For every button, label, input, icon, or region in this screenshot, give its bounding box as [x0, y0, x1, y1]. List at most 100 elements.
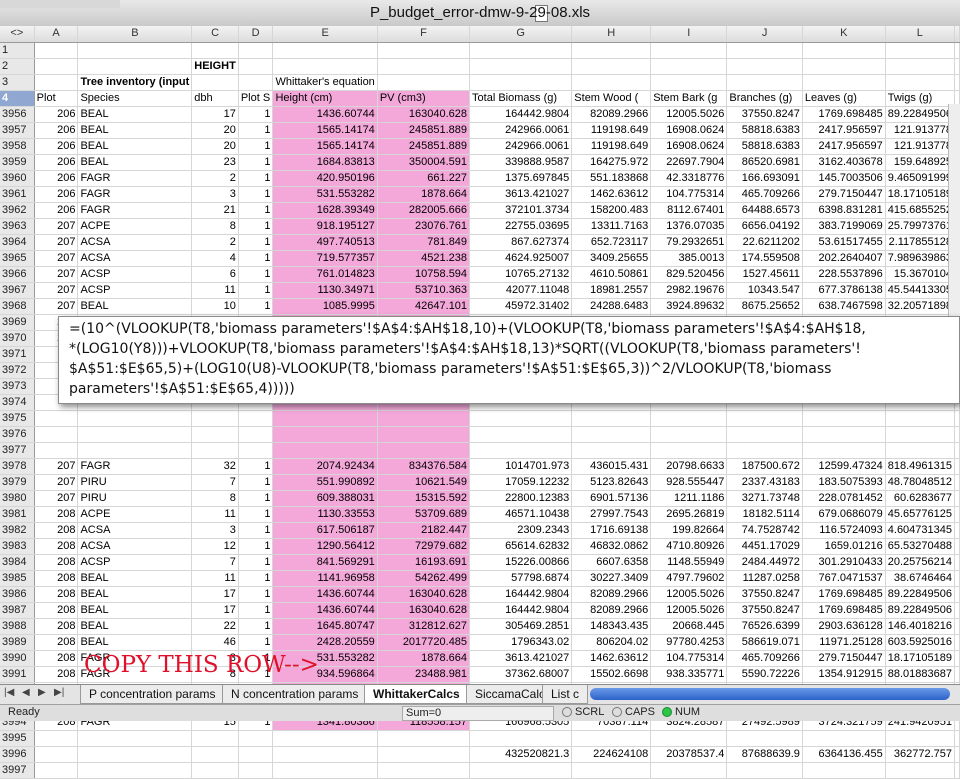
table-cell[interactable] — [77, 746, 193, 763]
select-all-corner[interactable]: <> — [0, 26, 35, 43]
row-header[interactable]: 3961 — [0, 186, 35, 203]
table-row[interactable]: 3961 206 FAGR 3 1 531.553282 1878.664 3613.4210… — [0, 186, 960, 203]
table-cell[interactable] — [954, 762, 960, 779]
table-cell[interactable]: 23076.761 — [377, 218, 471, 235]
table-cell[interactable]: 20798.6633 — [650, 458, 728, 475]
table-cell[interactable]: 1769.698485 — [802, 106, 886, 123]
table-cell[interactable]: 1769.698485 — [802, 586, 886, 603]
table-cell[interactable]: 1 — [238, 186, 274, 203]
table-cell[interactable]: 279.7150447 — [802, 186, 886, 203]
table-cell[interactable] — [726, 730, 803, 747]
table-cell[interactable]: 1 — [238, 570, 274, 587]
table-cell[interactable]: 1 — [238, 122, 274, 139]
table-cell[interactable]: PV (cm3) — [377, 90, 471, 107]
table-cell[interactable]: 207 — [34, 490, 79, 507]
column-header-b[interactable]: B — [77, 26, 193, 43]
table-cell[interactable]: 11 — [191, 506, 239, 523]
table-cell[interactable]: 1628.39349 — [272, 202, 378, 219]
table-cell[interactable] — [377, 730, 471, 747]
table-cell[interactable]: 206 — [34, 122, 79, 139]
table-cell[interactable] — [885, 442, 956, 459]
table-cell[interactable] — [954, 522, 960, 539]
table-cell[interactable] — [954, 538, 960, 555]
table-cell[interactable]: 2017720.485 — [377, 634, 471, 651]
table-cell[interactable]: 163040.628 — [377, 586, 471, 603]
table-cell[interactable] — [954, 58, 960, 75]
table-cell[interactable] — [802, 74, 886, 91]
table-row[interactable]: 3964 207 ACSA 2 1 497.740513 781.849 867.627374… — [0, 234, 960, 251]
table-cell[interactable]: 1565.14174 — [272, 138, 378, 155]
table-cell[interactable]: ACSP — [77, 266, 193, 283]
table-cell[interactable]: 121.913778 — [885, 138, 956, 155]
table-cell[interactable]: 65.53270488 — [885, 538, 956, 555]
table-cell[interactable] — [726, 42, 803, 59]
table-cell[interactable]: 3613.421027 — [469, 186, 573, 203]
table-cell[interactable] — [726, 74, 803, 91]
table-row[interactable]: 3960 206 FAGR 2 1 420.950196 661.227 1375.69784… — [0, 170, 960, 187]
table-cell[interactable]: BEAL — [77, 634, 193, 651]
row-header[interactable]: 3989 — [0, 634, 35, 651]
table-cell[interactable]: 37550.8247 — [726, 106, 803, 123]
table-cell[interactable] — [191, 730, 239, 747]
row-header[interactable]: 3970 — [0, 330, 35, 347]
table-cell[interactable] — [34, 730, 79, 747]
table-cell[interactable] — [650, 426, 728, 443]
table-cell[interactable]: 2337.43183 — [726, 474, 803, 491]
table-cell[interactable]: 82089.2966 — [571, 586, 652, 603]
table-cell[interactable]: 6 — [191, 266, 239, 283]
table-cell[interactable]: 158200.483 — [571, 202, 652, 219]
table-cell[interactable]: 164442.9804 — [469, 586, 573, 603]
table-cell[interactable]: 45.65776125 — [885, 506, 956, 523]
table-cell[interactable]: BEAL — [77, 586, 193, 603]
table-cell[interactable]: 305469.2851 — [469, 618, 573, 635]
table-cell[interactable]: 104.775314 — [650, 650, 728, 667]
table-cell[interactable]: 6901.57136 — [571, 490, 652, 507]
column-header-c[interactable]: C — [191, 26, 239, 43]
table-cell[interactable]: 1 — [238, 106, 274, 123]
table-cell[interactable]: 79.2932651 — [650, 234, 728, 251]
table-row[interactable]: 3959 206 BEAL 23 1 1684.83813 350004.591 339888… — [0, 154, 960, 171]
table-cell[interactable]: 97780.4253 — [650, 634, 728, 651]
row-header[interactable]: 3968 — [0, 298, 35, 315]
table-cell[interactable]: 37362.68007 — [469, 666, 573, 683]
table-cell[interactable]: 4710.80926 — [650, 538, 728, 555]
table-cell[interactable]: 17 — [191, 602, 239, 619]
table-cell[interactable]: 6398.831281 — [802, 202, 886, 219]
table-cell[interactable] — [272, 762, 378, 779]
table-cell[interactable]: 164275.972 — [571, 154, 652, 171]
table-cell[interactable]: Tree inventory (input — [77, 74, 193, 91]
table-cell[interactable]: 1436.60744 — [272, 106, 378, 123]
table-cell[interactable]: 6656.04192 — [726, 218, 803, 235]
table-cell[interactable]: 767.0471537 — [802, 570, 886, 587]
table-cell[interactable]: 32 — [191, 458, 239, 475]
table-cell[interactable] — [238, 746, 274, 763]
table-cell[interactable]: 208 — [34, 554, 79, 571]
column-header-a[interactable]: A — [34, 26, 79, 43]
table-cell[interactable] — [34, 426, 79, 443]
table-row[interactable]: 3965 207 ACSA 4 1 719.577357 4521.238 4624.9250… — [0, 250, 960, 267]
table-cell[interactable]: 174.559508 — [726, 250, 803, 267]
table-cell[interactable]: 208 — [34, 586, 79, 603]
table-cell[interactable]: 15226.00866 — [469, 554, 573, 571]
table-cell[interactable]: 5590.72226 — [726, 666, 803, 683]
table-cell[interactable]: 841.569291 — [272, 554, 378, 571]
tab-list[interactable]: List c — [542, 685, 589, 704]
table-cell[interactable]: 1 — [238, 522, 274, 539]
table-row[interactable]: 3982 208 ACSA 3 1 617.506187 2182.447 2309.2343… — [0, 522, 960, 539]
row-header[interactable]: 3997 — [0, 762, 35, 779]
table-cell[interactable]: Plot S — [238, 90, 274, 107]
table-cell[interactable]: 603.5925016 — [885, 634, 956, 651]
table-cell[interactable] — [650, 74, 728, 91]
table-cell[interactable]: 1 — [238, 218, 274, 235]
table-cell[interactable]: Branches (g) — [726, 90, 803, 107]
table-cell[interactable]: 1565.14174 — [272, 122, 378, 139]
table-cell[interactable]: ACPE — [77, 506, 193, 523]
table-cell[interactable] — [802, 410, 886, 427]
table-cell[interactable]: 207 — [34, 234, 79, 251]
table-row[interactable]: 3995 — [0, 730, 960, 747]
table-cell[interactable] — [238, 730, 274, 747]
row-header[interactable]: 3960 — [0, 170, 35, 187]
table-cell[interactable]: BEAL — [77, 602, 193, 619]
table-cell[interactable]: 465.709266 — [726, 650, 803, 667]
table-cell[interactable]: 432520821.3 — [469, 746, 573, 763]
